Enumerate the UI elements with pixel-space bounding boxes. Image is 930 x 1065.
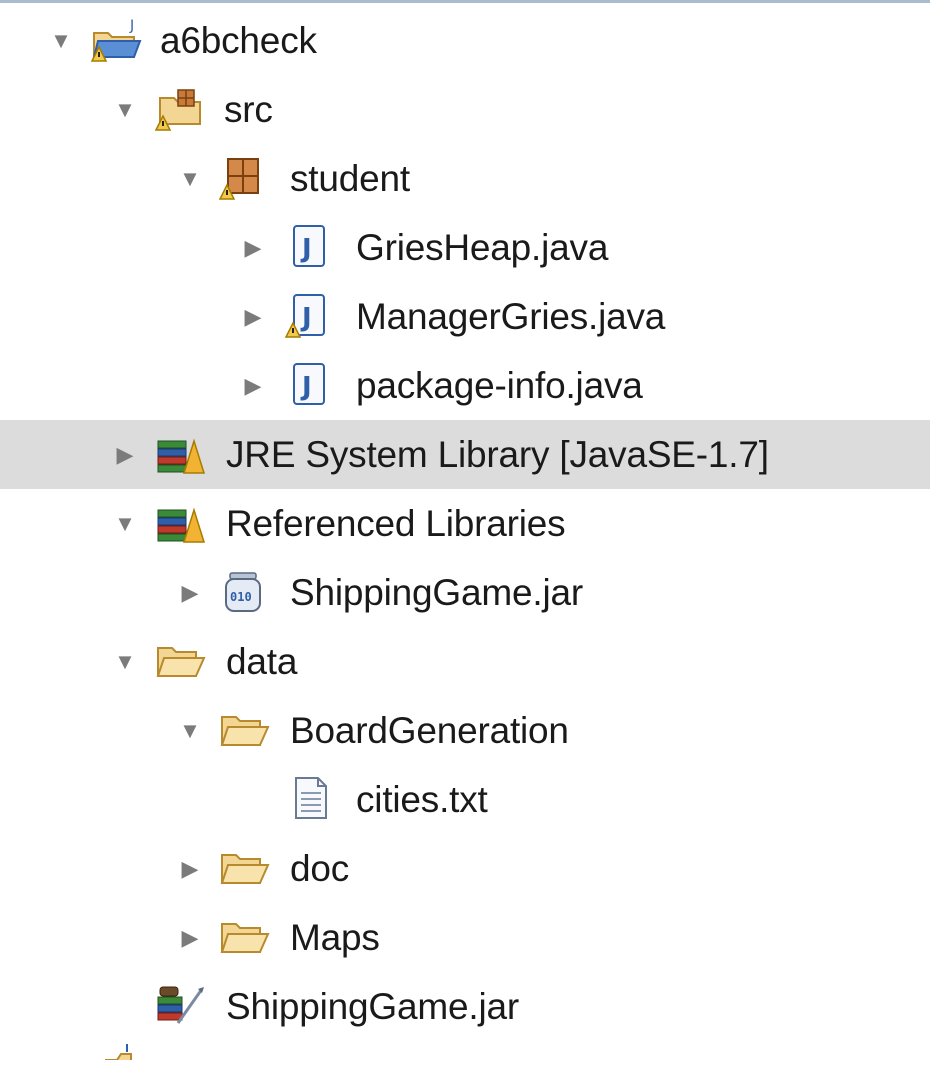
java-file-warning-icon: J <box>284 293 336 339</box>
tree-label-text-file: cities.txt <box>356 779 488 820</box>
java-file-icon: J <box>284 362 336 408</box>
tree-label-maps-folder: Maps <box>290 917 380 958</box>
tree-label-student: student <box>290 158 410 199</box>
svg-text:010: 010 <box>230 590 252 604</box>
expand-triangle-icon[interactable]: ▼ <box>112 75 138 144</box>
collapse-triangle-icon[interactable]: ▶ <box>240 351 266 420</box>
folder-icon <box>218 914 270 960</box>
svg-text:J: J <box>300 372 312 402</box>
package-warning-icon <box>218 155 270 201</box>
svg-text:J: J <box>129 18 134 34</box>
tree-label-doc-folder: doc <box>290 848 350 889</box>
tree-row-text-file[interactable]: cities.txt <box>0 765 930 834</box>
tree-label-file: GriesHeap.java <box>356 227 609 268</box>
tree-row-maps-folder[interactable]: ▶ Maps <box>0 903 930 972</box>
folder-open-icon <box>154 638 206 684</box>
collapse-triangle-icon[interactable]: ▶ <box>177 903 203 972</box>
tree-label-file: package-info.java <box>356 365 643 406</box>
tree-row-file[interactable]: ▶ J package-info.java <box>0 351 930 420</box>
tree-row-referenced-jar[interactable]: ▶ 010 ShippingGame.jar <box>0 558 930 627</box>
folder-icon <box>218 845 270 891</box>
jar-archive-icon <box>154 983 206 1029</box>
tree-label-data-folder: data <box>226 641 298 682</box>
tree-row-doc-folder[interactable]: ▶ doc <box>0 834 930 903</box>
collapse-triangle-icon[interactable]: ▶ <box>112 420 138 489</box>
tree-row-root-jar[interactable]: ShippingGame.jar <box>0 972 930 1041</box>
collapse-triangle-icon[interactable]: ▶ <box>177 558 203 627</box>
svg-text:J: J <box>300 234 312 264</box>
tree-row-data-folder[interactable]: ▼ data <box>0 627 930 696</box>
next-row-icon-fragment <box>103 1044 133 1061</box>
java-file-icon: J <box>284 224 336 270</box>
source-folder-warning-icon <box>154 86 206 132</box>
svg-text:J: J <box>300 303 312 333</box>
collapse-triangle-icon[interactable]: ▶ <box>177 834 203 903</box>
tree-row-src[interactable]: ▼ src <box>0 75 930 144</box>
library-icon <box>154 431 206 477</box>
expand-triangle-icon[interactable]: ▼ <box>48 6 74 75</box>
tree-label-jre-library: JRE System Library [JavaSE-1.7] <box>226 434 769 475</box>
tree-label-board-folder: BoardGeneration <box>290 710 569 751</box>
view-top-border <box>0 0 930 3</box>
tree-row-referenced-libraries[interactable]: ▼ Referenced Libraries <box>0 489 930 558</box>
tree-label-project: a6bcheck <box>160 20 317 61</box>
tree-label-referenced-libraries: Referenced Libraries <box>226 503 566 544</box>
tree-row-jre-library[interactable]: ▶ JRE System Library [JavaSE-1.7] <box>0 420 930 489</box>
expand-triangle-icon[interactable]: ▼ <box>112 489 138 558</box>
package-explorer-tree: ▼ J a6bcheck ▼ src ▼ student ▶ J GriesHe… <box>0 6 930 1041</box>
tree-row-board-folder[interactable]: ▼ BoardGeneration <box>0 696 930 765</box>
collapse-triangle-icon[interactable]: ▶ <box>240 213 266 282</box>
tree-row-project[interactable]: ▼ J a6bcheck <box>0 6 930 75</box>
tree-row-file[interactable]: ▶ J GriesHeap.java <box>0 213 930 282</box>
tree-label-root-jar: ShippingGame.jar <box>226 986 519 1027</box>
expand-triangle-icon[interactable]: ▼ <box>177 696 203 765</box>
folder-open-icon <box>218 707 270 753</box>
expand-triangle-icon[interactable]: ▼ <box>177 144 203 213</box>
jar-binary-icon: 010 <box>218 569 270 615</box>
tree-row-file[interactable]: ▶ J ManagerGries.java <box>0 282 930 351</box>
collapse-triangle-icon[interactable]: ▶ <box>240 282 266 351</box>
tree-label-src: src <box>224 89 273 130</box>
text-file-icon <box>284 776 336 822</box>
tree-label-referenced-jar: ShippingGame.jar <box>290 572 583 613</box>
expand-triangle-icon[interactable]: ▼ <box>112 627 138 696</box>
tree-row-student[interactable]: ▼ student <box>0 144 930 213</box>
tree-label-file: ManagerGries.java <box>356 296 666 337</box>
library-icon <box>154 500 206 546</box>
java-project-warning-icon: J <box>90 17 142 63</box>
